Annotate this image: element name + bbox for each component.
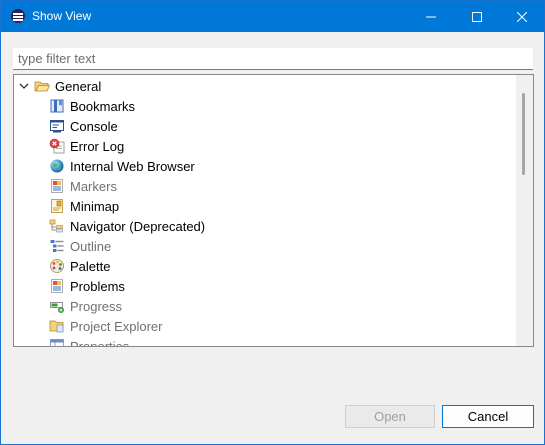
vertical-scrollbar[interactable] [516,75,533,346]
close-icon [517,11,527,22]
view-item-properties[interactable]: Properties [14,336,518,347]
view-item-label: Bookmarks [70,98,136,114]
minimize-icon [426,16,436,17]
outline-icon [50,240,64,252]
markers-icon [51,179,63,193]
tree-node-general[interactable]: General [14,76,518,96]
palette-icon [50,259,64,273]
problems-icon [51,279,63,293]
view-item-error-log[interactable]: Error Log [14,136,518,156]
view-item-internal-web-browser[interactable]: Internal Web Browser [14,156,518,176]
maximize-button[interactable] [454,1,500,32]
properties-icon [50,339,64,346]
minimize-button[interactable] [408,1,454,32]
scrollbar-thumb[interactable] [522,93,525,175]
view-item-navigator[interactable]: Navigator (Deprecated) [14,216,518,236]
filter-input[interactable] [13,48,533,70]
globe-icon [50,159,64,173]
view-item-bookmarks[interactable]: Bookmarks [14,96,518,116]
view-item-console[interactable]: Console [14,116,518,136]
minimap-icon [51,199,63,213]
view-item-outline[interactable]: Outline [14,236,518,256]
view-item-progress[interactable]: Progress [14,296,518,316]
close-button[interactable] [499,1,545,32]
view-item-label: Internal Web Browser [70,158,195,174]
view-item-label: Problems [70,278,125,294]
show-view-dialog: Show View General [0,0,545,445]
tree-node-label: General [55,78,102,94]
view-item-label: Outline [70,238,112,254]
view-item-label: Progress [70,298,123,314]
open-button[interactable]: Open [345,405,435,428]
bookmarks-icon [50,99,64,113]
cancel-button[interactable]: Cancel [442,405,534,428]
view-item-label: Palette [70,258,111,274]
window-title: Show View [32,9,92,23]
view-item-label: Markers [70,178,117,194]
console-icon [50,120,64,133]
error-log-icon [49,138,65,154]
view-item-label: Project Explorer [70,318,163,334]
view-item-label: Error Log [70,138,125,154]
title-bar[interactable]: Show View [1,1,544,32]
eclipse-icon [11,9,25,23]
view-item-label: Properties [70,338,130,347]
view-item-label: Navigator (Deprecated) [70,218,206,234]
chevron-down-icon[interactable] [19,81,29,91]
view-item-label: Minimap [70,198,120,214]
view-item-project-explorer[interactable]: Project Explorer [14,316,518,336]
view-item-markers[interactable]: Markers [14,176,518,196]
view-tree[interactable]: General Bookmarks Console Error Log Inte… [13,74,534,347]
project-explorer-icon [49,320,64,333]
view-item-palette[interactable]: Palette [14,256,518,276]
view-item-minimap[interactable]: Minimap [14,196,518,216]
maximize-icon [472,11,482,22]
folder-open-icon [34,81,50,92]
view-item-problems[interactable]: Problems [14,276,518,296]
progress-icon [50,302,64,313]
view-item-label: Console [70,118,118,134]
navigator-icon [49,219,63,233]
